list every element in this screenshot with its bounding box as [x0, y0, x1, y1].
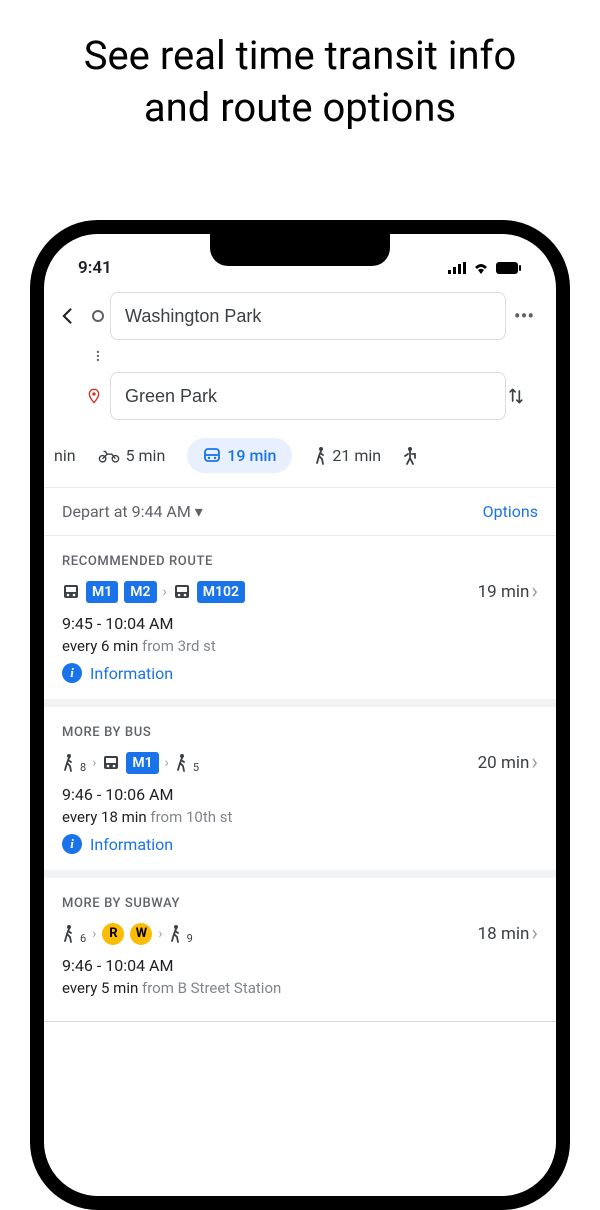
bus-icon	[173, 583, 191, 601]
section-recommended-title: RECOMMENDED ROUTE	[44, 536, 556, 579]
subway-line-badge: W	[130, 923, 152, 945]
more-button[interactable]: •••	[506, 304, 542, 328]
route-dots-icon: ···	[86, 350, 110, 362]
subway-line-badge: R	[102, 923, 124, 945]
route-time-range: 9:45 - 10:04 AM	[62, 614, 538, 633]
route-duration: 20 min ›	[478, 750, 538, 775]
mode-tab-rideshare[interactable]	[403, 447, 417, 465]
walk-icon	[62, 754, 74, 772]
chevron-right-icon: ›	[158, 926, 162, 942]
motorcycle-icon	[98, 449, 120, 463]
line-badge: M2	[124, 581, 156, 603]
back-button[interactable]	[58, 306, 86, 326]
info-icon: i	[62, 663, 82, 683]
route-frequency: every 18 min from 10th st	[62, 808, 538, 826]
chevron-right-icon: ›	[92, 926, 96, 942]
mode-tab-walk[interactable]: 21 min	[314, 446, 381, 465]
info-icon: i	[62, 834, 82, 854]
transit-icon	[203, 448, 221, 464]
battery-icon	[496, 262, 522, 274]
route-info-button[interactable]: i Information	[62, 834, 538, 854]
wifi-icon	[472, 262, 490, 274]
route-time-range: 9:46 - 10:06 AM	[62, 785, 538, 804]
promo-heading: See real time transit info and route opt…	[0, 0, 600, 134]
destination-input[interactable]	[110, 372, 506, 420]
route-info-button[interactable]: i Information	[62, 663, 538, 683]
options-button[interactable]: Options	[483, 502, 538, 521]
route-frequency: every 6 min from 3rd st	[62, 637, 538, 655]
chevron-right-icon: ›	[165, 755, 169, 771]
chevron-right-icon: ›	[92, 755, 96, 771]
walk-icon	[314, 447, 326, 465]
chevron-right-icon: ›	[531, 579, 538, 604]
bus-icon	[102, 754, 120, 772]
route-subway[interactable]: 6 › R W › 9 18 min › 9:46 - 10:04 AM eve…	[44, 921, 556, 1022]
depart-time-button[interactable]: Depart at 9:44 AM ▾	[62, 502, 203, 521]
walk-icon	[62, 925, 74, 943]
bus-icon	[62, 583, 80, 601]
chevron-right-icon: ›	[163, 584, 167, 600]
line-badge: M1	[126, 752, 158, 774]
mode-tab-transit[interactable]: 19 min	[187, 438, 292, 473]
walk-icon	[175, 754, 187, 772]
origin-icon	[92, 310, 104, 322]
swap-button[interactable]	[506, 386, 542, 406]
route-recommended[interactable]: M1 M2 › M102 19 min › 9:45 - 10:04 AM ev…	[44, 579, 556, 707]
status-time: 9:41	[78, 258, 112, 278]
route-frequency: every 5 min from B Street Station	[62, 979, 538, 997]
line-badge: M1	[86, 581, 118, 603]
chevron-right-icon: ›	[531, 921, 538, 946]
destination-pin-icon	[86, 386, 110, 406]
mode-tab-partial[interactable]: nin	[54, 446, 76, 465]
cellular-icon	[448, 262, 466, 274]
line-badge: M102	[197, 581, 245, 603]
origin-input[interactable]	[110, 292, 506, 340]
section-bus-title: MORE BY BUS	[44, 707, 556, 750]
route-duration: 19 min ›	[478, 579, 538, 604]
route-time-range: 9:46 - 10:04 AM	[62, 956, 538, 975]
mode-tabs: nin 5 min 19 min 21 min	[44, 420, 556, 487]
section-subway-title: MORE BY SUBWAY	[44, 878, 556, 921]
mode-tab-bike[interactable]: 5 min	[98, 446, 166, 465]
chevron-right-icon: ›	[531, 750, 538, 775]
screen: 9:41 ••• ···	[44, 234, 556, 1196]
phone-frame: 9:41 ••• ···	[30, 220, 570, 1210]
route-bus[interactable]: 8 › M1 › 5 20 min › 9:46 - 10:06 AM ever…	[44, 750, 556, 878]
route-duration: 18 min ›	[478, 921, 538, 946]
walk-icon	[169, 925, 181, 943]
notch	[210, 234, 390, 266]
